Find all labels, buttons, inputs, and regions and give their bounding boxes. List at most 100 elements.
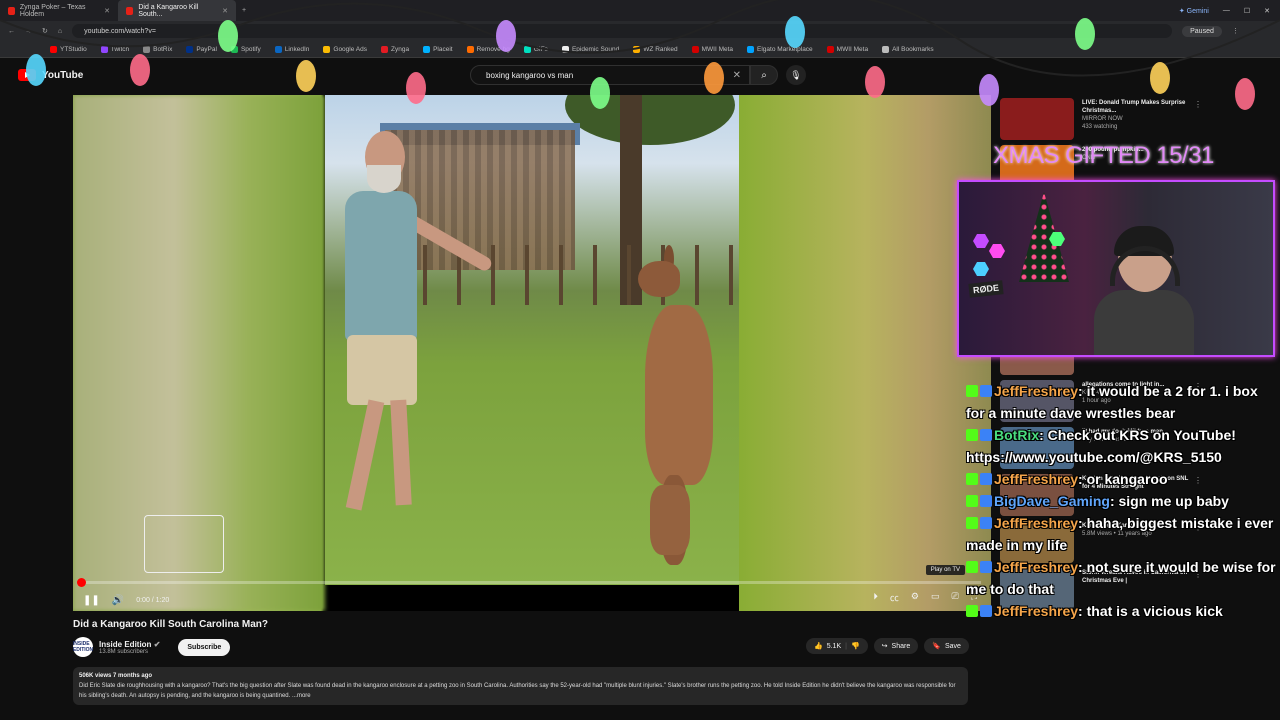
bookmark-item[interactable]: Epidemic Sound — [561, 45, 619, 53]
search-input[interactable]: boxing kangaroo vs man ✕ — [470, 65, 750, 85]
chat-message: JeffFreshrey: it would be a 2 for 1. i b… — [966, 380, 1280, 424]
save-label: Save — [944, 642, 961, 650]
bookmark-favicon-icon — [633, 45, 641, 53]
cast-icon[interactable]: ⎚ — [951, 591, 958, 604]
volume-icon[interactable]: 🔊 — [112, 595, 124, 606]
streamer-figure — [1094, 226, 1194, 355]
bookmark-label: Twitch — [110, 45, 130, 53]
settings-gear-icon[interactable]: ⚙ — [911, 591, 919, 604]
home-icon[interactable]: ⌂ — [58, 28, 62, 35]
share-button[interactable]: ↪ Share — [873, 638, 919, 654]
bookmark-item[interactable]: All Bookmarks — [882, 45, 934, 53]
captions-icon[interactable]: ㏄ — [890, 591, 899, 604]
bookmark-item[interactable]: Spotify — [230, 45, 261, 53]
time-display: 0:00 / 1:20 — [136, 596, 170, 604]
like-count: 5.1K — [826, 642, 842, 650]
hex-light — [989, 244, 1005, 258]
moderator-badge-icon — [980, 495, 992, 507]
back-icon[interactable]: ← — [8, 28, 15, 35]
bookmark-item[interactable]: Elgato Marketplace — [747, 45, 813, 53]
voice-search-button[interactable]: 🎙 — [786, 65, 806, 85]
bookmark-item[interactable]: PayPal — [186, 45, 217, 53]
search-button[interactable]: ⌕ — [750, 65, 778, 85]
bookmark-favicon-icon — [826, 45, 834, 53]
video-player[interactable]: Play on TV ❚❚ 🔊 0:00 / 1:20 ⏵ ㏄ ⚙ ▭ ⎚ ⛶ — [73, 95, 991, 611]
bookmark-item[interactable]: LinkedIn — [274, 45, 309, 53]
moderator-badge-icon — [980, 561, 992, 573]
bookmark-item[interactable]: WZ Ranked — [633, 45, 678, 53]
miniplayer-icon[interactable]: ▭ — [931, 591, 940, 604]
bookmark-label: BotRix — [153, 45, 173, 53]
blurred-right-fill — [739, 95, 991, 611]
address-bar-row: ← → ↻ ⌂ youtube.com/watch?v= Paused ⋮ — [0, 21, 1280, 41]
clear-search-icon[interactable]: ✕ — [733, 70, 741, 81]
recommendation-item[interactable]: LIVE: Donald Trump Makes Surprise Christ… — [996, 96, 1280, 142]
url-field[interactable]: youtube.com/watch?v= — [72, 24, 1173, 38]
progress-scrubber-handle[interactable] — [77, 578, 86, 587]
description-box[interactable]: 506K views 7 months ago Did Eric Slate d… — [73, 667, 968, 705]
minimize-icon[interactable]: — — [1223, 7, 1230, 14]
youtube-logo-text: YouTube — [42, 69, 84, 81]
zynga-favicon-icon — [8, 6, 15, 15]
subscribe-button[interactable]: Subscribe — [178, 638, 231, 656]
channel-avatar[interactable]: INSIDE EDITION — [73, 637, 93, 657]
thumbs-down-icon[interactable]: 👎 — [851, 642, 860, 650]
bookmark-label: Google Ads — [333, 45, 367, 53]
bookmark-item[interactable]: Placeit — [423, 45, 453, 53]
close-tab-icon[interactable]: ✕ — [222, 7, 228, 15]
save-button[interactable]: 🔖 Save — [924, 638, 969, 654]
video-title: Did a Kangaroo Kill South Carolina Man? — [73, 619, 269, 630]
bookmark-item[interactable]: Zynga — [381, 45, 409, 53]
recommendation-meta: 433 watching — [1082, 124, 1118, 130]
kick-badge-icon — [966, 517, 978, 529]
pause-icon[interactable]: ❚❚ — [83, 595, 100, 606]
bookmark-item[interactable]: Twitch — [100, 45, 130, 53]
tree-canopy — [565, 95, 735, 145]
bookmark-favicon-icon — [50, 45, 57, 53]
bookmark-label: Elgato Marketplace — [757, 45, 813, 53]
bookmark-item[interactable]: Google Ads — [323, 45, 367, 53]
close-window-icon[interactable]: ✕ — [1264, 7, 1270, 15]
microphone-brand-label: RØDE — [968, 280, 1004, 298]
profile-paused-button[interactable]: Paused — [1182, 25, 1222, 37]
progress-bar[interactable] — [77, 578, 981, 587]
bookmark-label: All Bookmarks — [892, 45, 934, 53]
recommendation-thumbnail[interactable] — [1000, 98, 1074, 140]
maximize-icon[interactable]: ☐ — [1244, 7, 1250, 15]
chat-username: JeffFreshrey — [994, 603, 1079, 619]
bookmark-label: GIFs — [533, 45, 548, 53]
youtube-logo[interactable]: YouTube — [18, 69, 83, 81]
bookmark-label: Spotify — [240, 45, 261, 53]
gemini-button[interactable]: ✦ Gemini — [1179, 7, 1209, 15]
tab-label: Zynga Poker – Texas Holdem — [19, 3, 86, 18]
chat-text: : or kangaroo — [1078, 471, 1168, 487]
chat-message: JeffFreshrey: that is a vicious kick — [966, 600, 1280, 622]
channel-name[interactable]: Inside Edition ✔ — [99, 640, 160, 649]
chat-username: JeffFreshrey — [994, 559, 1079, 575]
tab-label: Did a Kangaroo Kill South... — [138, 3, 199, 18]
bookmark-item[interactable]: Remove bg — [466, 45, 510, 53]
bookmark-favicon-icon — [691, 45, 699, 53]
new-tab-icon[interactable]: + — [236, 7, 246, 14]
close-tab-icon[interactable]: ✕ — [104, 7, 110, 15]
man-figure — [335, 125, 494, 525]
bookmark-item[interactable]: YTStudio — [50, 45, 87, 53]
more-options-icon[interactable]: ⋮ — [1194, 100, 1202, 109]
menu-icon[interactable]: ⋮ — [1232, 27, 1239, 35]
bookmark-favicon-icon — [747, 45, 755, 53]
youtube-play-logo-icon — [18, 69, 36, 81]
forward-icon[interactable]: → — [25, 28, 32, 35]
reload-icon[interactable]: ↻ — [42, 27, 48, 35]
bookmark-favicon-icon — [230, 45, 238, 53]
bookmark-item[interactable]: BotRix — [143, 45, 173, 53]
bookmark-favicon-icon — [143, 45, 151, 53]
channel-row: INSIDE EDITION Inside Edition ✔ 13.8M su… — [73, 637, 231, 657]
bookmark-item[interactable]: MWII Meta — [826, 45, 868, 53]
bookmark-item[interactable]: GIFs — [523, 45, 548, 53]
bookmark-item[interactable]: MWII Meta — [691, 45, 733, 53]
like-button[interactable]: 👍 5.1K | 👎 — [806, 638, 868, 654]
autoplay-toggle-icon[interactable]: ⏵ — [873, 591, 878, 604]
chat-username: BigDave_Gaming — [994, 493, 1110, 509]
tab-zynga[interactable]: Zynga Poker – Texas Holdem ✕ — [0, 0, 118, 21]
tab-youtube[interactable]: Did a Kangaroo Kill South... ✕ — [118, 0, 236, 21]
